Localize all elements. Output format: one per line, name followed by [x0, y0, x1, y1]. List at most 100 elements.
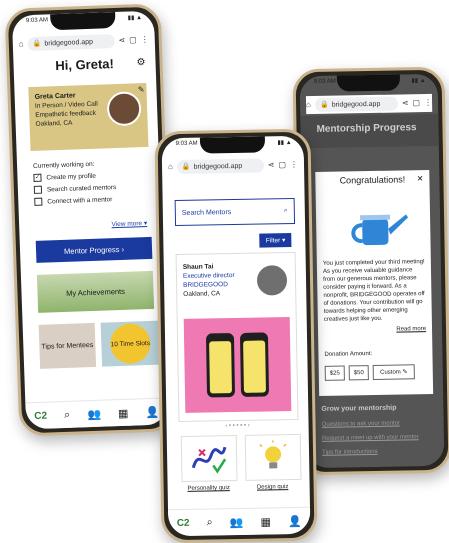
- phone-search: 9:03 AM ▮▮ ▲ ⌂ 🔒 bridgegood.app ⋖ ▢ ⋮ Sear…: [154, 128, 318, 543]
- portfolio-phone-mockup: [239, 332, 270, 397]
- mentor-location: Oakland, CA: [183, 290, 221, 298]
- link-questions[interactable]: Questions to ask your mentor: [322, 421, 400, 428]
- task-label: Connect with a mentor: [47, 196, 113, 206]
- search-icon[interactable]: ⌕: [64, 408, 71, 421]
- people-icon[interactable]: 👥: [87, 407, 101, 420]
- screen: 9:03 AM ▮▮ ▲ ⌂ 🔒 bridgegood.app ⋖ ▢ ⋮ Sear…: [161, 135, 311, 537]
- browser-bar: ⌂ 🔒 bridgegood.app ⋖ ▢ ⋮: [305, 93, 433, 115]
- read-more-link[interactable]: Read more: [396, 326, 426, 333]
- link-introductions[interactable]: Tips for introductions: [322, 449, 378, 456]
- search-icon[interactable]: ⌕: [284, 207, 288, 215]
- logo-icon[interactable]: C2: [34, 410, 47, 421]
- menu-icon[interactable]: ⋮: [424, 98, 432, 107]
- carousel-dots[interactable]: ‹ • • • • • ›: [167, 422, 309, 430]
- grow-heading: Grow your mentorship: [321, 404, 397, 413]
- people-icon[interactable]: 👥: [230, 515, 244, 528]
- checkbox-checked-icon[interactable]: ✓: [33, 173, 42, 183]
- calendar-icon[interactable]: ▦: [118, 406, 129, 419]
- url-text: bridgegood.app: [331, 100, 381, 109]
- menu-icon[interactable]: ⋮: [290, 160, 298, 169]
- bottom-nav: C2 ⌕ 👥 ▦ 👤: [168, 506, 311, 537]
- search-placeholder: Search Mentors: [181, 208, 232, 217]
- notch: [50, 11, 116, 31]
- modal-text: You just completed your third meeting! A…: [322, 259, 425, 323]
- page-title: Mentorship Progress: [300, 113, 439, 149]
- phone-home: 9:03 AM ▮▮ ▲ ⌂ 🔒 bridgegood.app ⋖ ▢ ⋮ Hi, …: [4, 3, 176, 437]
- search-icon[interactable]: ⌕: [206, 516, 212, 529]
- custom-label: Custom: [380, 369, 401, 376]
- design-quiz-link[interactable]: Design quiz: [243, 484, 303, 491]
- home-icon[interactable]: ⌂: [19, 39, 24, 48]
- url-field[interactable]: 🔒 bridgegood.app: [176, 158, 264, 175]
- amount-custom-button[interactable]: Custom ✎: [372, 364, 415, 381]
- status-time: 9:03 AM: [175, 140, 198, 148]
- signal-icon: ▮▮ ▲: [411, 78, 426, 85]
- bottom-nav: C2 ⌕ 👥 ▦ 👤: [25, 397, 169, 430]
- view-more-link[interactable]: View more ▾: [111, 219, 147, 228]
- task-label: Search curated mentors: [46, 184, 117, 194]
- screen: 9:03 AM ▮▮ ▲ ⌂ 🔒 bridgegood.app ⋖ ▢ ⋮ Hi, …: [11, 10, 169, 430]
- working-on-list: Currently working on: ✓ Create my profile…: [33, 157, 151, 209]
- screen: 9:03 AM ▮▮ ▲ ⌂ 🔒 bridgegood.app ⋖ ▢ ⋮ Ment…: [299, 73, 445, 469]
- share-icon[interactable]: ⋖: [402, 98, 409, 107]
- user-icon[interactable]: 👤: [145, 405, 159, 418]
- tabs-icon[interactable]: ▢: [129, 35, 137, 44]
- greeting: Hi, Greta!: [55, 56, 115, 74]
- tabs-icon[interactable]: ▢: [278, 160, 286, 169]
- checkbox-icon[interactable]: [33, 185, 43, 195]
- url-text: bridgegood.app: [193, 162, 243, 171]
- watering-can-icon: [351, 214, 409, 246]
- share-icon[interactable]: ⋖: [118, 36, 125, 45]
- achievements-tile[interactable]: My Achievements: [36, 270, 155, 313]
- status-time: 9:03 AM: [313, 78, 336, 85]
- phone-mentorship-progress: 9:03 AM ▮▮ ▲ ⌂ 🔒 bridgegood.app ⋖ ▢ ⋮ Ment…: [292, 66, 449, 476]
- search-input[interactable]: Search Mentors ⌕: [174, 197, 296, 227]
- personality-quiz-tile[interactable]: [180, 435, 238, 482]
- url-field[interactable]: 🔒 bridgegood.app: [314, 96, 398, 112]
- mentor-card[interactable]: Shaun Tai Executive director BRIDGEGOOD …: [175, 251, 299, 423]
- lock-icon: 🔒: [319, 101, 329, 109]
- donation-label: Donation Amount:: [324, 351, 373, 358]
- time-slots-label: 10 Time Slots: [109, 322, 152, 365]
- browser-bar: ⌂ 🔒 bridgegood.app ⋖ ▢ ⋮: [168, 156, 298, 176]
- share-icon[interactable]: ⋖: [268, 160, 275, 169]
- congrats-modal: Congratulations! ✕ You just completed yo…: [315, 169, 434, 396]
- lock-icon: 🔒: [181, 163, 191, 171]
- mentor-org: BRIDGEGOOD: [183, 281, 228, 289]
- personality-quiz-link[interactable]: Personality quiz: [179, 485, 239, 492]
- time-slots-tile[interactable]: 10 Time Slots: [100, 320, 161, 367]
- pencil-icon: ✎: [402, 369, 408, 376]
- tabs-icon[interactable]: ▢: [412, 98, 420, 107]
- status-time: 9:03 AM: [25, 17, 49, 25]
- close-icon[interactable]: ✕: [417, 174, 424, 183]
- portfolio-image[interactable]: [183, 317, 292, 413]
- gear-icon[interactable]: ⚙: [136, 57, 145, 68]
- mentor-info: Shaun Tai Executive director BRIDGEGOOD …: [183, 262, 235, 299]
- task-label: Create my profile: [46, 172, 97, 182]
- browser-bar: ⌂ 🔒 bridgegood.app ⋖ ▢ ⋮: [19, 31, 150, 54]
- menu-icon[interactable]: ⋮: [141, 35, 149, 44]
- signal-icon: ▮▮ ▲: [277, 140, 292, 147]
- filter-button[interactable]: Filter ▾: [259, 233, 292, 248]
- notch: [199, 136, 266, 154]
- amount-25-button[interactable]: $25: [324, 365, 345, 381]
- profile-card[interactable]: Greta Carter In Person / Video Call Empa…: [28, 82, 149, 152]
- signal-icon: ▮▮ ▲: [127, 15, 143, 22]
- tips-tile[interactable]: Tips for Mentees: [38, 322, 97, 369]
- link-request-meetup[interactable]: Request a meet up with your mentor: [322, 434, 419, 442]
- edit-icon[interactable]: ✎: [138, 85, 145, 94]
- logo-icon[interactable]: C2: [177, 517, 190, 528]
- user-icon[interactable]: 👤: [288, 514, 302, 527]
- amount-50-button[interactable]: $50: [348, 365, 369, 381]
- home-icon[interactable]: ⌂: [168, 162, 173, 171]
- lightbulb-icon: [259, 440, 287, 469]
- checkbox-icon[interactable]: [34, 197, 43, 207]
- home-icon[interactable]: ⌂: [306, 100, 311, 109]
- calendar-icon[interactable]: ▦: [260, 515, 271, 528]
- url-field[interactable]: 🔒 bridgegood.app: [27, 34, 115, 52]
- mentor-avatar: [254, 263, 290, 298]
- portfolio-phone-mockup: [205, 333, 236, 398]
- notch: [336, 74, 401, 92]
- mentor-progress-button[interactable]: Mentor Progress ›: [35, 236, 153, 263]
- design-quiz-tile[interactable]: [244, 433, 302, 481]
